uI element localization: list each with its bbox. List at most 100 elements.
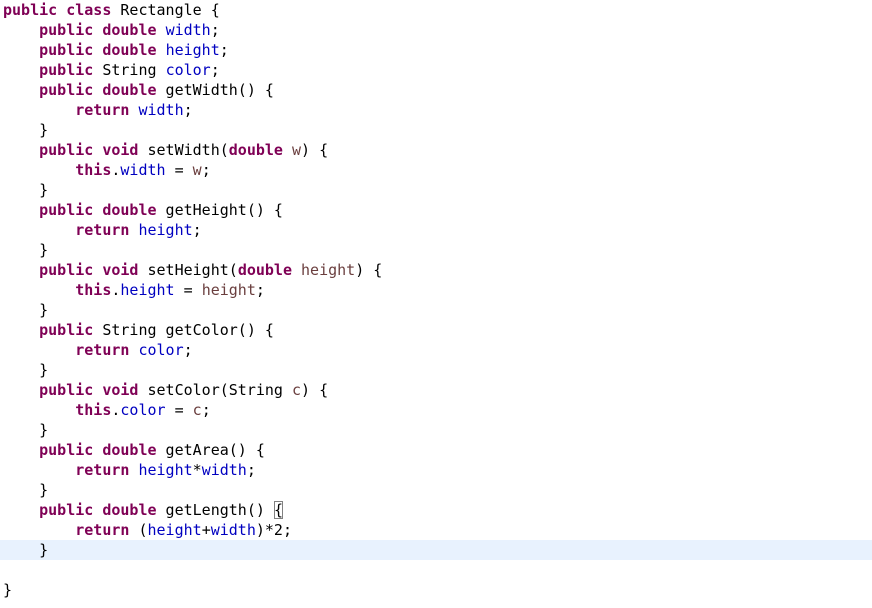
current-code-line[interactable]: } xyxy=(0,540,872,560)
keyword-token: return xyxy=(75,101,130,119)
code-text: Rectangle { xyxy=(111,1,220,19)
code-text: } xyxy=(3,181,49,199)
field-token: width xyxy=(138,101,184,119)
code-line[interactable] xyxy=(0,560,872,580)
code-line[interactable]: public double getArea() { xyxy=(0,440,872,460)
code-line[interactable]: } xyxy=(0,480,872,500)
code-text: setColor(String xyxy=(138,381,292,399)
keyword-token: return xyxy=(75,461,130,479)
code-line[interactable]: } xyxy=(0,360,872,380)
keyword-token: void xyxy=(102,141,139,159)
keyword-token: this xyxy=(75,401,112,419)
code-text: String xyxy=(93,61,166,79)
code-text: ) { xyxy=(301,141,329,159)
code-text: ; xyxy=(183,341,193,359)
code-text: ; xyxy=(210,61,220,79)
field-token: color xyxy=(120,401,166,419)
field-token: color xyxy=(138,341,184,359)
code-line[interactable]: } xyxy=(0,120,872,140)
code-line[interactable]: return (height+width)*2; xyxy=(0,520,872,540)
field-token: width xyxy=(210,521,256,539)
code-line[interactable]: public void setColor(String c) { xyxy=(0,380,872,400)
code-line[interactable]: public void setWidth(double w) { xyxy=(0,140,872,160)
code-text: ; xyxy=(246,461,256,479)
code-text: ( xyxy=(129,521,148,539)
code-line[interactable]: return color; xyxy=(0,340,872,360)
field-token: height xyxy=(120,281,175,299)
field-token: color xyxy=(165,61,211,79)
code-line[interactable]: } xyxy=(0,180,872,200)
code-text: ; xyxy=(201,161,211,179)
keyword-token: return xyxy=(75,221,130,239)
code-line[interactable]: return width; xyxy=(0,100,872,120)
keyword-token: double xyxy=(102,201,157,219)
keyword-token: this xyxy=(75,161,112,179)
code-line[interactable]: public class Rectangle { xyxy=(0,0,872,20)
code-text: = xyxy=(174,281,202,299)
code-text: = xyxy=(165,161,193,179)
code-text: ) { xyxy=(355,261,383,279)
code-line[interactable]: public void setHeight(double height) { xyxy=(0,260,872,280)
code-line[interactable]: public double height; xyxy=(0,40,872,60)
keyword-token: double xyxy=(102,81,157,99)
code-line[interactable]: } xyxy=(0,240,872,260)
code-text: getHeight() { xyxy=(156,201,283,219)
code-line[interactable]: public double getWidth() { xyxy=(0,80,872,100)
code-line[interactable]: } xyxy=(0,300,872,320)
code-text: * xyxy=(192,461,202,479)
code-line[interactable]: public double getLength() { xyxy=(0,500,872,520)
keyword-token: public xyxy=(39,141,94,159)
keyword-token: double xyxy=(102,501,157,519)
code-text: setHeight( xyxy=(138,261,238,279)
code-line[interactable]: } xyxy=(0,420,872,440)
code-line[interactable]: return height*width; xyxy=(0,460,872,480)
code-line[interactable]: return height; xyxy=(0,220,872,240)
code-line[interactable]: } xyxy=(0,580,872,600)
code-text: ; xyxy=(201,401,211,419)
field-token: width xyxy=(201,461,247,479)
keyword-token: public xyxy=(39,321,94,339)
code-text: } xyxy=(3,541,49,559)
parameter-token: c xyxy=(192,401,202,419)
code-line[interactable]: public String getColor() { xyxy=(0,320,872,340)
code-line[interactable]: public double width; xyxy=(0,20,872,40)
code-line[interactable]: public String color; xyxy=(0,60,872,80)
code-text: setWidth( xyxy=(138,141,229,159)
code-editor[interactable]: public class Rectangle { public double w… xyxy=(0,0,872,608)
code-line[interactable]: this.width = w; xyxy=(0,160,872,180)
keyword-token: public xyxy=(39,81,94,99)
code-text: getArea() { xyxy=(156,441,265,459)
code-text: } xyxy=(3,301,49,319)
code-line[interactable]: this.height = height; xyxy=(0,280,872,300)
keyword-token: public xyxy=(39,501,94,519)
code-text: } xyxy=(3,361,49,379)
code-text: getLength() xyxy=(156,501,274,519)
keyword-token: public xyxy=(39,21,94,39)
parameter-token: height xyxy=(301,261,356,279)
code-text: } xyxy=(3,121,49,139)
code-text: getWidth() { xyxy=(156,81,274,99)
code-line[interactable]: public double getHeight() { xyxy=(0,200,872,220)
code-line[interactable]: this.color = c; xyxy=(0,400,872,420)
